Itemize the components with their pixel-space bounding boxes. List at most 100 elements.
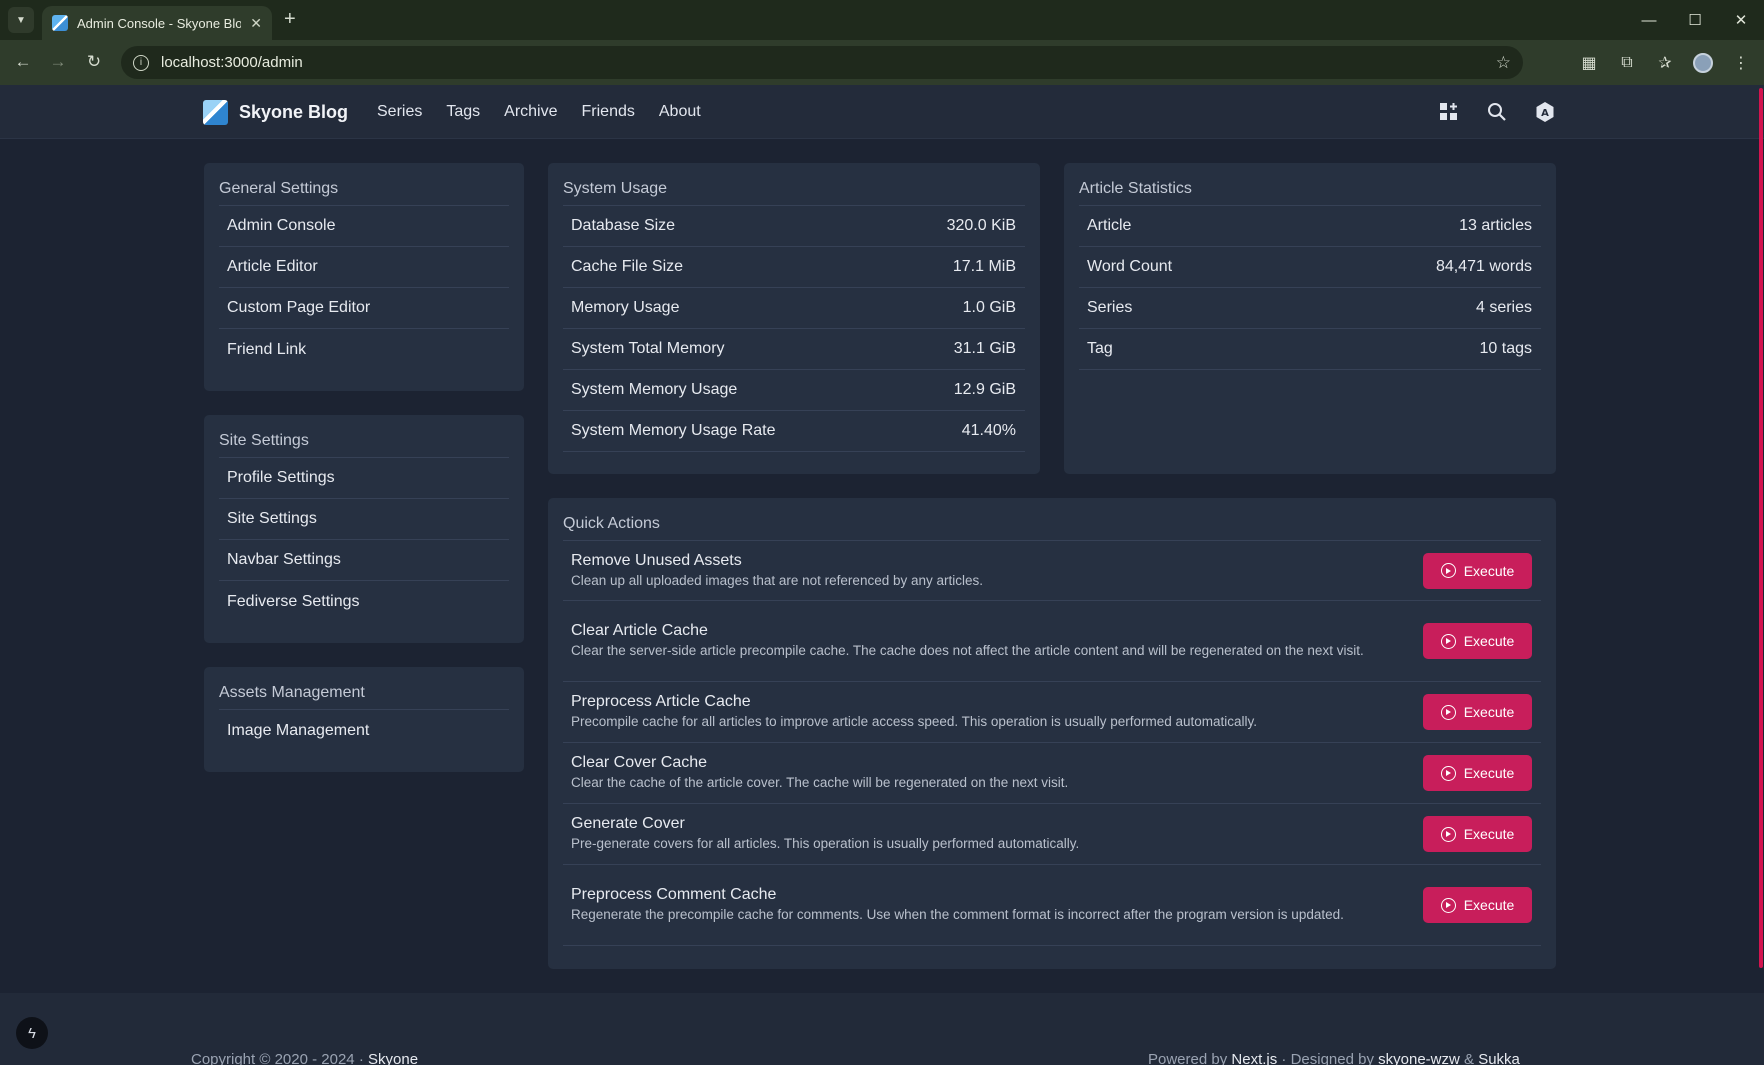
designer1-link[interactable]: skyone-wzw bbox=[1378, 1051, 1460, 1065]
action-text: Preprocess Article Cache Precompile cach… bbox=[571, 692, 1411, 732]
maximize-icon[interactable]: ☐ bbox=[1672, 0, 1718, 40]
framework-link[interactable]: Next.js bbox=[1231, 1051, 1277, 1065]
search-icon[interactable] bbox=[1485, 100, 1509, 124]
bookmark-star-icon[interactable]: ☆ bbox=[1496, 53, 1511, 73]
stat-row-cache-file-size: Cache File Size 17.1 MiB bbox=[563, 247, 1025, 288]
stat-value: 320.0 KiB bbox=[946, 217, 1016, 234]
nav-series[interactable]: Series bbox=[377, 103, 422, 121]
menu-site-settings[interactable]: Site Settings bbox=[219, 499, 509, 540]
address-url[interactable]: localhost:3000/admin bbox=[161, 54, 1484, 71]
address-bar[interactable]: i localhost:3000/admin ☆ bbox=[121, 46, 1523, 79]
article-statistics-title: Article Statistics bbox=[1079, 178, 1541, 206]
stat-row-word-count: Word Count 84,471 words bbox=[1079, 247, 1541, 288]
action-description: Clear the server-side article precompile… bbox=[571, 643, 1364, 658]
designer2-link[interactable]: Sukka bbox=[1478, 1051, 1520, 1065]
menu-friend-link[interactable]: Friend Link bbox=[219, 329, 509, 370]
tab-title: Admin Console - Skyone Blog bbox=[77, 15, 242, 31]
action-description: Pre-generate covers for all articles. Th… bbox=[571, 836, 1080, 851]
menu-custom-page-editor[interactable]: Custom Page Editor bbox=[219, 288, 509, 329]
profile-avatar bbox=[1693, 52, 1713, 73]
play-circle-icon bbox=[1440, 826, 1456, 842]
scrollbar-thumb[interactable] bbox=[1759, 88, 1763, 968]
nav-tags[interactable]: Tags bbox=[446, 103, 480, 121]
execute-clear-article-cache-button[interactable]: Execute bbox=[1423, 623, 1532, 659]
play-circle-icon bbox=[1440, 897, 1456, 913]
menu-navbar-settings[interactable]: Navbar Settings bbox=[219, 540, 509, 581]
stat-label: Database Size bbox=[571, 217, 676, 234]
browser-tab-active[interactable]: Admin Console - Skyone Blog ✕ bbox=[42, 6, 272, 40]
action-description: Clear the cache of the article cover. Th… bbox=[571, 775, 1069, 790]
menu-image-management[interactable]: Image Management bbox=[219, 710, 509, 751]
back-icon[interactable]: ← bbox=[6, 45, 40, 79]
action-description: Regenerate the precompile cache for comm… bbox=[571, 907, 1344, 922]
stat-label: Tag bbox=[1087, 340, 1113, 357]
footer-copyright: Copyright © 2020 - 2024 · Skyone bbox=[191, 1051, 418, 1065]
site-nav-icons: A bbox=[1437, 85, 1557, 139]
stat-label: System Memory Usage bbox=[571, 381, 738, 398]
forward-icon[interactable]: → bbox=[41, 45, 75, 79]
new-tab-icon[interactable]: + bbox=[284, 8, 296, 31]
stat-row-system-total-memory: System Total Memory 31.1 GiB bbox=[563, 329, 1025, 370]
menu-admin-console[interactable]: Admin Console bbox=[219, 206, 509, 247]
execute-generate-cover-button[interactable]: Execute bbox=[1423, 816, 1532, 852]
execute-label: Execute bbox=[1463, 897, 1515, 913]
reading-list-icon[interactable]: ✰ bbox=[1648, 46, 1682, 80]
menu-profile-settings[interactable]: Profile Settings bbox=[219, 458, 509, 499]
dev-tools-bolt-icon[interactable]: ϟ bbox=[16, 1017, 48, 1049]
action-name: Preprocess Article Cache bbox=[571, 693, 751, 710]
site-brand[interactable]: Skyone Blog bbox=[203, 100, 348, 125]
assets-management-title: Assets Management bbox=[219, 682, 509, 710]
menu-article-editor[interactable]: Article Editor bbox=[219, 247, 509, 288]
nav-about[interactable]: About bbox=[659, 103, 701, 121]
designed-by-text: · Designed by bbox=[1281, 1051, 1374, 1065]
dashboard-grid-icon[interactable] bbox=[1437, 100, 1461, 124]
execute-label: Execute bbox=[1463, 765, 1515, 781]
copyright-text: Copyright © 2020 - 2024 · bbox=[191, 1051, 364, 1065]
close-window-icon[interactable]: ✕ bbox=[1718, 0, 1764, 40]
minimize-icon[interactable]: — bbox=[1626, 0, 1672, 40]
execute-label: Execute bbox=[1463, 704, 1515, 720]
stat-row-system-memory-usage-rate: System Memory Usage Rate 41.40% bbox=[563, 411, 1025, 452]
stat-value: 17.1 MiB bbox=[952, 258, 1016, 275]
site-settings-title: Site Settings bbox=[219, 430, 509, 458]
browser-toolbar: ← → ↻ i localhost:3000/admin ☆ ▦ ⧉ ✰ ⋮ bbox=[0, 40, 1764, 85]
extensions-puzzle-icon[interactable]: ⧉ bbox=[1610, 46, 1644, 80]
action-text: Clear Cover Cache Clear the cache of the… bbox=[571, 753, 1411, 793]
system-usage-title: System Usage bbox=[563, 178, 1025, 206]
footer-owner-link[interactable]: Skyone bbox=[368, 1051, 418, 1065]
execute-preprocess-article-cache-button[interactable]: Execute bbox=[1423, 694, 1532, 730]
action-remove-unused-assets: Remove Unused Assets Clean up all upload… bbox=[563, 541, 1541, 601]
close-tab-icon[interactable]: ✕ bbox=[250, 15, 262, 32]
footer-credits: Powered by Next.js · Designed by skyone-… bbox=[1148, 1051, 1520, 1065]
action-name: Clear Article Cache bbox=[571, 622, 708, 639]
menu-fediverse-settings[interactable]: Fediverse Settings bbox=[219, 581, 509, 622]
general-settings-card: General Settings Admin Console Article E… bbox=[204, 163, 524, 391]
nav-archive[interactable]: Archive bbox=[504, 103, 557, 121]
action-text: Clear Article Cache Clear the server-sid… bbox=[571, 621, 1411, 661]
svg-text:A: A bbox=[1541, 108, 1549, 119]
execute-remove-unused-assets-button[interactable]: Execute bbox=[1423, 552, 1532, 589]
assets-management-card: Assets Management Image Management bbox=[204, 667, 524, 772]
action-preprocess-comment-cache: Preprocess Comment Cache Regenerate the … bbox=[563, 865, 1541, 946]
site-info-icon[interactable]: i bbox=[133, 54, 149, 71]
stat-label: Memory Usage bbox=[571, 299, 680, 316]
stat-label: Series bbox=[1087, 299, 1133, 316]
execute-clear-cover-cache-button[interactable]: Execute bbox=[1423, 755, 1532, 791]
reload-icon[interactable]: ↻ bbox=[77, 45, 111, 79]
powered-by-text: Powered by bbox=[1148, 1051, 1228, 1065]
stat-row-tag: Tag 10 tags bbox=[1079, 329, 1541, 370]
site-name: Skyone Blog bbox=[239, 102, 349, 122]
action-description: Clean up all uploaded images that are no… bbox=[571, 572, 984, 588]
action-name: Preprocess Comment Cache bbox=[571, 886, 777, 903]
quick-actions-title: Quick Actions bbox=[563, 513, 1541, 541]
execute-preprocess-comment-cache-button[interactable]: Execute bbox=[1423, 887, 1532, 923]
stat-value: 12.9 GiB bbox=[953, 381, 1016, 398]
profile-icon[interactable] bbox=[1686, 46, 1720, 80]
stat-row-series: Series 4 series bbox=[1079, 288, 1541, 329]
extension-icon[interactable]: ▦ bbox=[1572, 46, 1606, 80]
quick-actions-card: Quick Actions Remove Unused Assets Clean… bbox=[548, 498, 1556, 969]
tab-search-button[interactable]: ▼ bbox=[8, 7, 34, 33]
theme-toggle-icon[interactable]: A bbox=[1533, 100, 1557, 124]
nav-friends[interactable]: Friends bbox=[582, 103, 635, 121]
browser-menu-icon[interactable]: ⋮ bbox=[1724, 46, 1758, 80]
